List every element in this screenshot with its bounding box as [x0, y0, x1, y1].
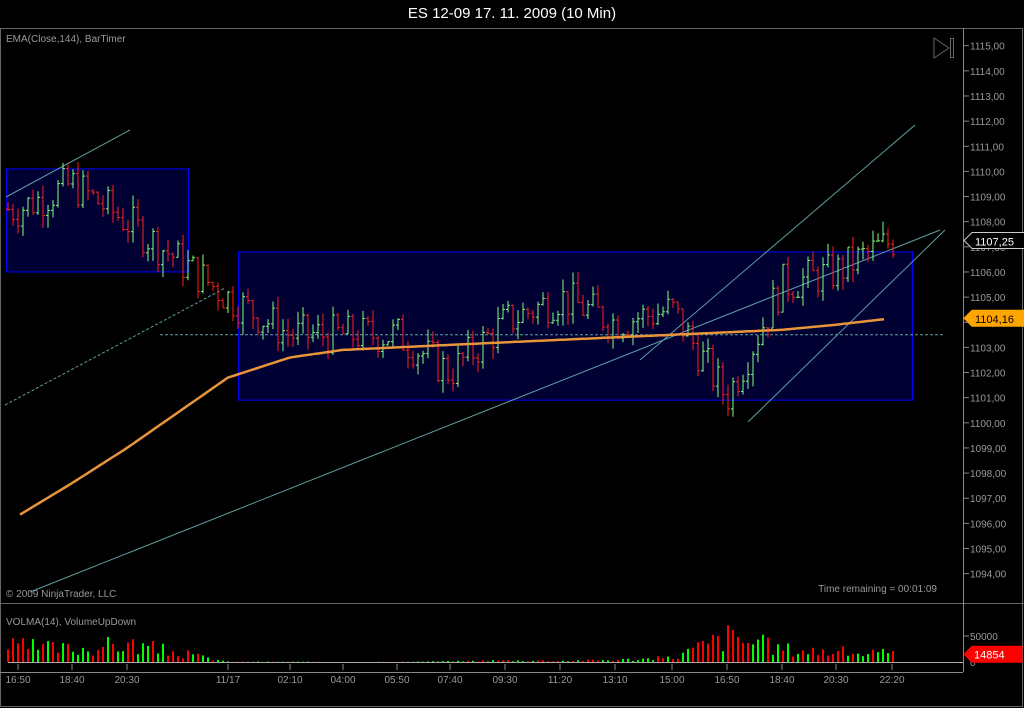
indicator-label: EMA(Close,144), BarTimer	[6, 34, 126, 45]
y-tick-label: 1113,00	[970, 92, 1005, 103]
skip-triangle	[933, 37, 950, 59]
y-tick-label: 1109,00	[970, 193, 1006, 204]
price-bar	[191, 255, 195, 262]
price-bar	[211, 281, 215, 291]
x-tick-label: 11/17	[216, 675, 241, 686]
y-tick-label: 1112,00	[970, 117, 1005, 128]
y-tick-label: 1095,00	[970, 545, 1007, 556]
y-tick-label: 1096,00	[970, 519, 1007, 530]
price-bar	[201, 254, 205, 294]
price-bar	[206, 264, 210, 286]
last-price-tag: 1107,25	[975, 237, 1014, 249]
last-volume-tag: 14854	[974, 649, 1005, 661]
x-tick-label: 20:30	[823, 675, 848, 686]
chart-canvas[interactable]: 1115,00 1114,00 1113,00 1112,00 1111,00 1110,…	[0, 0, 1024, 708]
y-tick-label: 1110,00	[970, 167, 1005, 178]
volume-indicator-label: VOLMA(14), VolumeUpDown	[6, 617, 136, 628]
y-tick-label: 1094,00	[970, 570, 1007, 581]
x-tick-label: 07:40	[437, 675, 462, 686]
y-tick-label: 1114,00	[970, 67, 1005, 78]
y-tick-label: 1100,00	[970, 419, 1006, 430]
x-tick-label: 05:50	[384, 675, 409, 686]
skip-to-end-icon[interactable]	[933, 37, 954, 59]
x-tick-label: 16:50	[714, 675, 739, 686]
x-tick-label: 20:30	[114, 675, 139, 686]
y-tick-label: 1099,00	[970, 444, 1007, 455]
y-tick-label: 1108,00	[970, 218, 1006, 229]
x-tick-label: 15:00	[659, 675, 684, 686]
range-box[interactable]	[6, 168, 189, 273]
ema-value-tag: 1104,16	[975, 314, 1014, 326]
y-tick-label: 1115,00	[970, 42, 1005, 53]
y-tick-label: 1106,00	[970, 268, 1006, 279]
trend-line[interactable]	[4, 287, 226, 406]
x-tick-label: 18:40	[59, 675, 84, 686]
y-tick-label: 1103,00	[970, 343, 1006, 354]
x-tick-label: 09:30	[492, 675, 517, 686]
x-tick-label: 11:20	[548, 675, 573, 686]
price-bar	[196, 257, 200, 299]
x-tick-label: 02:10	[277, 675, 302, 686]
y-tick-label: 1097,00	[970, 494, 1007, 505]
price-bar	[886, 228, 890, 249]
x-tick-label: 18:40	[769, 675, 794, 686]
volume-tick-label: 50000	[970, 632, 998, 643]
price-bar	[876, 233, 880, 242]
y-tick-label: 1098,00	[970, 469, 1007, 480]
x-tick-label: 22:20	[879, 675, 904, 686]
price-bar	[231, 286, 235, 322]
copyright-label: © 2009 NinjaTrader, LLC	[6, 589, 116, 600]
x-tick-label: 04:00	[330, 675, 355, 686]
x-tick-label: 16:50	[5, 675, 30, 686]
price-bar	[881, 221, 885, 243]
y-tick-label: 1105,00	[970, 293, 1006, 304]
price-bar	[221, 298, 225, 309]
bar-timer-label: Time remaining = 00:01:09	[818, 584, 937, 595]
y-tick-label: 1111,00	[970, 142, 1004, 153]
price-bar	[226, 291, 230, 314]
y-tick-label: 1102,00	[970, 369, 1006, 380]
skip-bar	[950, 38, 954, 58]
y-tick-label: 1101,00	[970, 394, 1006, 405]
price-bar	[216, 282, 220, 311]
x-tick-label: 13:10	[602, 675, 627, 686]
